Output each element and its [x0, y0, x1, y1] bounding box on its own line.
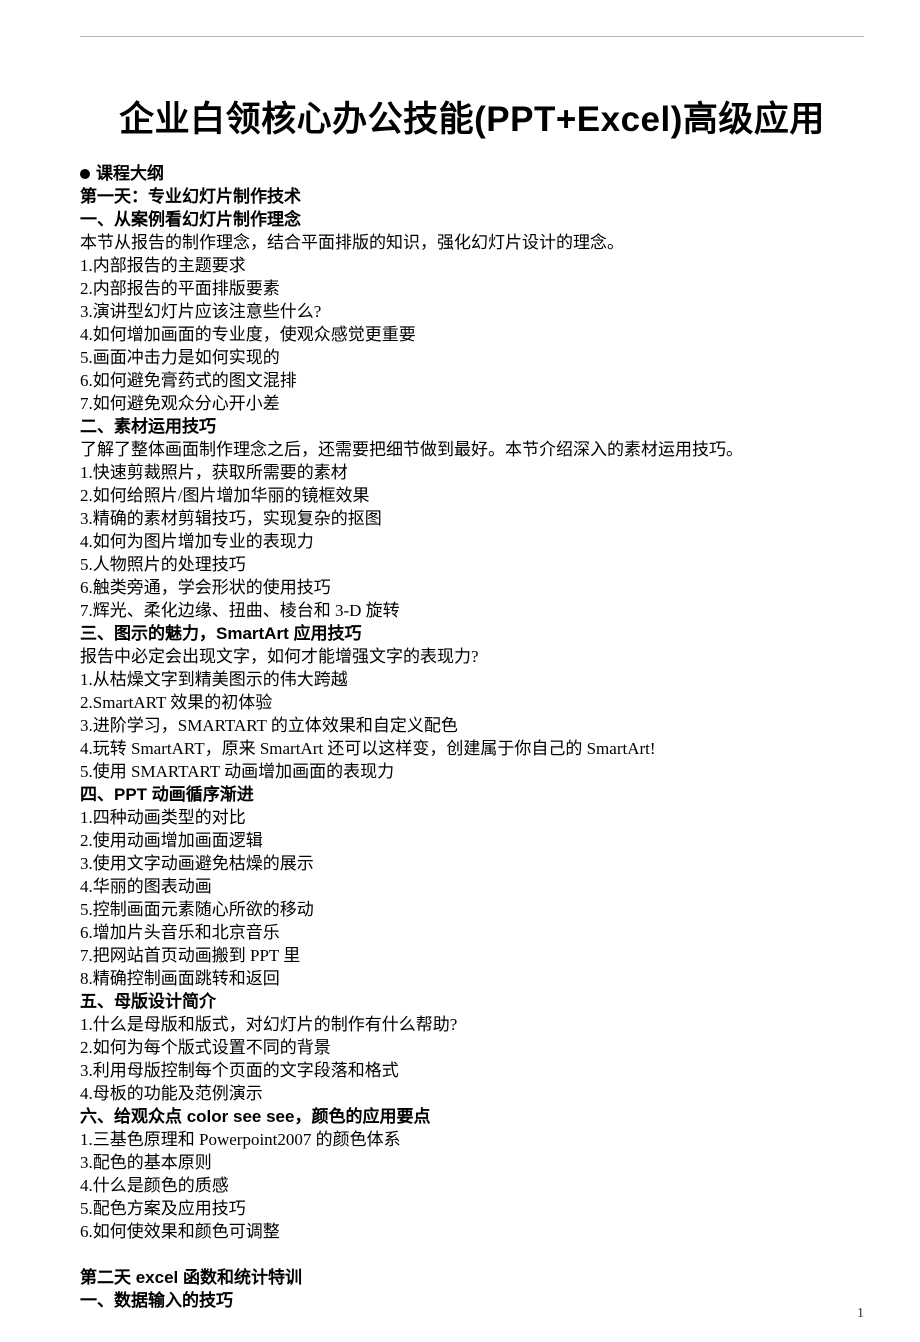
top-horizontal-rule: [80, 36, 864, 37]
section-heading: 一、数据输入的技巧: [80, 1289, 864, 1312]
list-item: 2.如何给照片/图片增加华丽的镜框效果: [80, 484, 864, 507]
list-item: 1.快速剪裁照片，获取所需要的素材: [80, 461, 864, 484]
section-intro: 报告中必定会出现文字，如何才能增强文字的表现力?: [80, 645, 864, 668]
section-intro: 了解了整体画面制作理念之后，还需要把细节做到最好。本节介绍深入的素材运用技巧。: [80, 438, 864, 461]
bullet-icon: [80, 169, 90, 179]
list-item: 1.三基色原理和 Powerpoint2007 的颜色体系: [80, 1128, 864, 1151]
section-heading: 六、给观众点 color see see，颜色的应用要点: [80, 1105, 864, 1128]
list-item: 5.控制画面元素随心所欲的移动: [80, 898, 864, 921]
list-item: 3.配色的基本原则: [80, 1151, 864, 1174]
list-item: 6.触类旁通，学会形状的使用技巧: [80, 576, 864, 599]
list-item: 6.如何避免膏药式的图文混排: [80, 369, 864, 392]
list-item: 7.把网站首页动画搬到 PPT 里: [80, 944, 864, 967]
list-item: 7.如何避免观众分心开小差: [80, 392, 864, 415]
list-item: 2.内部报告的平面排版要素: [80, 277, 864, 300]
list-item: 2.如何为每个版式设置不同的背景: [80, 1036, 864, 1059]
list-item: 4.玩转 SmartART，原来 SmartArt 还可以这样变，创建属于你自己…: [80, 737, 864, 760]
list-item: 4.如何为图片增加专业的表现力: [80, 530, 864, 553]
list-item: 4.母板的功能及范例演示: [80, 1082, 864, 1105]
section-heading: 一、从案例看幻灯片制作理念: [80, 208, 864, 231]
page-number: 1: [857, 1306, 864, 1322]
list-item: 6.如何使效果和颜色可调整: [80, 1220, 864, 1243]
list-item: 1.四种动画类型的对比: [80, 806, 864, 829]
list-item: 3.进阶学习，SMARTART 的立体效果和自定义配色: [80, 714, 864, 737]
list-item: 3.精确的素材剪辑技巧，实现复杂的抠图: [80, 507, 864, 530]
document-page: 企业白领核心办公技能(PPT+Excel)高级应用 课程大纲 第一天：专业幻灯片…: [0, 0, 920, 1342]
list-item: 5.使用 SMARTART 动画增加画面的表现力: [80, 760, 864, 783]
list-item: 1.什么是母版和版式，对幻灯片的制作有什么帮助?: [80, 1013, 864, 1036]
day2-heading: 第二天 excel 函数和统计特训: [80, 1266, 864, 1289]
list-item: 5.人物照片的处理技巧: [80, 553, 864, 576]
list-item: 7.辉光、柔化边缘、扭曲、棱台和 3-D 旋转: [80, 599, 864, 622]
section-heading: 二、素材运用技巧: [80, 415, 864, 438]
list-item: 8.精确控制画面跳转和返回: [80, 967, 864, 990]
list-item: 3.利用母版控制每个页面的文字段落和格式: [80, 1059, 864, 1082]
list-item: 3.使用文字动画避免枯燥的展示: [80, 852, 864, 875]
section-intro: 本节从报告的制作理念，结合平面排版的知识，强化幻灯片设计的理念。: [80, 231, 864, 254]
section-heading: 三、图示的魅力，SmartArt 应用技巧: [80, 622, 864, 645]
outline-label: 课程大纲: [80, 162, 864, 185]
list-item: 1.从枯燥文字到精美图示的伟大跨越: [80, 668, 864, 691]
list-item: 6.增加片头音乐和北京音乐: [80, 921, 864, 944]
list-item: 4.华丽的图表动画: [80, 875, 864, 898]
list-item: 2.SmartART 效果的初体验: [80, 691, 864, 714]
list-item: 5.配色方案及应用技巧: [80, 1197, 864, 1220]
outline-label-text: 课程大纲: [96, 164, 164, 183]
spacer: [80, 1243, 864, 1266]
list-item: 3.演讲型幻灯片应该注意些什么?: [80, 300, 864, 323]
section-heading: 四、PPT 动画循序渐进: [80, 783, 864, 806]
list-item: 4.什么是颜色的质感: [80, 1174, 864, 1197]
list-item: 1.内部报告的主题要求: [80, 254, 864, 277]
section-heading: 五、母版设计简介: [80, 990, 864, 1013]
list-item: 4.如何增加画面的专业度，使观众感觉更重要: [80, 323, 864, 346]
document-title: 企业白领核心办公技能(PPT+Excel)高级应用: [80, 91, 864, 142]
list-item: 5.画面冲击力是如何实现的: [80, 346, 864, 369]
day1-heading: 第一天：专业幻灯片制作技术: [80, 185, 864, 208]
list-item: 2.使用动画增加画面逻辑: [80, 829, 864, 852]
